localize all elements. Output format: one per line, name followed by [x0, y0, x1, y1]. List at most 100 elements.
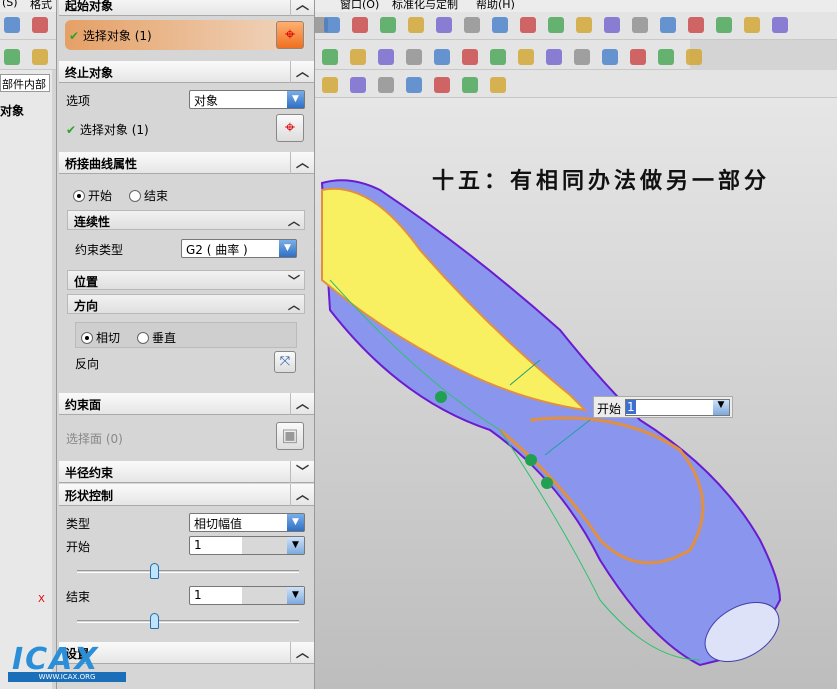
toolbar-tool-icon[interactable]: [520, 17, 536, 33]
slider-thumb[interactable]: [150, 613, 160, 629]
crosshair-select-button[interactable]: ⌖: [276, 114, 304, 142]
toolbar-tool-icon[interactable]: [462, 77, 478, 93]
section-bridge-properties[interactable]: 桥接曲线属性 ︿: [59, 152, 314, 174]
bridge-curve-dialog: 起始对象 ︿ ✔ 选择对象 (1) ⌖ 终止对象 ︿ 选项 对象 ▼ ✔ 选择对象 (…: [56, 0, 315, 689]
toolbar-tool-icon[interactable]: [744, 17, 760, 33]
start-value-input[interactable]: 1 ▼: [189, 536, 305, 555]
toolbar-tool-icon[interactable]: [576, 17, 592, 33]
float-value-input[interactable]: 1 ▼: [625, 399, 730, 416]
radio-tangent[interactable]: 相切: [81, 329, 120, 346]
menu-item[interactable]: 格式: [30, 0, 52, 12]
annotation-text: 十五：有相同办法做另一部分: [432, 169, 771, 194]
toolbar-tool-icon[interactable]: [380, 17, 396, 33]
dropdown-arrow-icon[interactable]: ▼: [713, 400, 729, 415]
toolbar-tool-icon[interactable]: [574, 49, 590, 65]
toolbar-tool-icon[interactable]: [686, 49, 702, 65]
radio-icon: [81, 332, 93, 344]
subsection-position[interactable]: 位置 ﹀: [67, 270, 305, 290]
section-constraint-face[interactable]: 约束面 ︿: [59, 393, 314, 415]
toolbar-tool-icon[interactable]: [716, 17, 732, 33]
toolbar-tool-icon[interactable]: [660, 17, 676, 33]
toolbar-tool-icon[interactable]: [378, 49, 394, 65]
start-select-row[interactable]: ✔ 选择对象 (1): [65, 20, 305, 50]
menu-item[interactable]: 帮助(H): [476, 0, 515, 12]
section-radius-constraint[interactable]: 半径约束 ﹀: [59, 461, 314, 483]
section-shape-control[interactable]: 形状控制 ︿: [59, 484, 314, 506]
toolbar-tool-icon[interactable]: [464, 17, 480, 33]
constraint-type-dropdown[interactable]: G2 ( 曲率 ) ▼: [181, 239, 297, 258]
collapse-icon[interactable]: ︿: [290, 152, 314, 174]
toolbar-tool-icon[interactable]: [324, 17, 340, 33]
toolbar-tool-icon[interactable]: [32, 17, 48, 33]
section-start-object[interactable]: 起始对象 ︿: [59, 0, 314, 16]
toolbar-tool-icon[interactable]: [350, 49, 366, 65]
toolbar-tool-icon[interactable]: [406, 49, 422, 65]
collapse-icon[interactable]: ︿: [290, 642, 314, 664]
expand-icon[interactable]: ﹀: [290, 461, 314, 483]
select-object-label: 选择对象 (1): [79, 123, 149, 137]
toolbar-tool-icon[interactable]: [658, 49, 674, 65]
collapse-icon[interactable]: ︿: [288, 212, 300, 229]
reverse-direction-button[interactable]: ⤧: [274, 351, 296, 373]
subsection-title: 位置: [74, 275, 99, 289]
end-slider[interactable]: [77, 613, 299, 629]
toolbar-tool-icon[interactable]: [490, 49, 506, 65]
end-value-input[interactable]: 1 ▼: [189, 586, 305, 605]
toolbar-tool-icon[interactable]: [518, 49, 534, 65]
slider-thumb[interactable]: [150, 563, 160, 579]
toolbar-tool-icon[interactable]: [408, 17, 424, 33]
toolbar-tool-icon[interactable]: [434, 77, 450, 93]
select-face-label: 选择面 (0): [66, 432, 123, 446]
radio-label: 垂直: [152, 331, 177, 345]
dropdown-arrow-icon[interactable]: ▼: [287, 587, 304, 604]
menu-item[interactable]: 标准化与定制: [392, 0, 458, 12]
crosshair-select-button[interactable]: ⌖: [276, 21, 304, 49]
toolbar-tool-icon[interactable]: [436, 17, 452, 33]
option-dropdown[interactable]: 对象 ▼: [189, 90, 305, 109]
end-select-row[interactable]: ✔ 选择对象 (1): [66, 121, 149, 138]
dropdown-value: 相切幅值: [194, 517, 243, 531]
expand-icon[interactable]: ﹀: [288, 272, 300, 289]
toolbar-tool-icon[interactable]: [604, 17, 620, 33]
toolbar-tool-icon[interactable]: [32, 49, 48, 65]
select-object-label: 选择对象 (1): [82, 29, 152, 43]
toolbar-tool-icon[interactable]: [434, 49, 450, 65]
radio-label: 相切: [96, 331, 121, 345]
menu-item[interactable]: 窗口(O): [340, 0, 379, 12]
collapse-icon[interactable]: ︿: [290, 61, 314, 83]
toolbar-tool-icon[interactable]: [378, 77, 394, 93]
type-dropdown[interactable]: 相切幅值 ▼: [189, 513, 305, 532]
toolbar-tool-icon[interactable]: [602, 49, 618, 65]
menu-item[interactable]: (S): [2, 0, 18, 9]
toolbar-tool-icon[interactable]: [322, 77, 338, 93]
toolbar-tool-icon[interactable]: [352, 17, 368, 33]
toolbar-tool-icon[interactable]: [4, 49, 20, 65]
select-face-button[interactable]: ▣: [276, 422, 304, 450]
toolbar-tool-icon[interactable]: [350, 77, 366, 93]
toolbar-tool-icon[interactable]: [546, 49, 562, 65]
filter-select[interactable]: 部件内部: [0, 74, 50, 92]
subsection-continuity[interactable]: 连续性 ︿: [67, 210, 305, 230]
toolbar-tool-icon[interactable]: [688, 17, 704, 33]
radio-end[interactable]: 结束: [129, 187, 168, 204]
toolbar-tool-icon[interactable]: [772, 17, 788, 33]
toolbar-tool-icon[interactable]: [322, 49, 338, 65]
toolbar-tool-icon[interactable]: [4, 17, 20, 33]
collapse-icon[interactable]: ︿: [290, 393, 314, 415]
toolbar-tool-icon[interactable]: [492, 17, 508, 33]
toolbar-tool-icon[interactable]: [406, 77, 422, 93]
radio-normal[interactable]: 垂直: [137, 329, 176, 346]
toolbar-tool-icon[interactable]: [548, 17, 564, 33]
toolbar-tool-icon[interactable]: [490, 77, 506, 93]
toolbar-tool-icon[interactable]: [630, 49, 646, 65]
start-slider[interactable]: [77, 563, 299, 579]
toolbar-tool-icon[interactable]: [632, 17, 648, 33]
section-end-object[interactable]: 终止对象 ︿: [59, 61, 314, 83]
toolbar-tool-icon[interactable]: [462, 49, 478, 65]
subsection-direction[interactable]: 方向 ︿: [67, 294, 305, 314]
collapse-icon[interactable]: ︿: [290, 484, 314, 506]
radio-start[interactable]: 开始: [73, 187, 112, 204]
collapse-icon[interactable]: ︿: [288, 296, 300, 313]
collapse-icon[interactable]: ︿: [290, 0, 314, 16]
dropdown-arrow-icon[interactable]: ▼: [287, 537, 304, 554]
